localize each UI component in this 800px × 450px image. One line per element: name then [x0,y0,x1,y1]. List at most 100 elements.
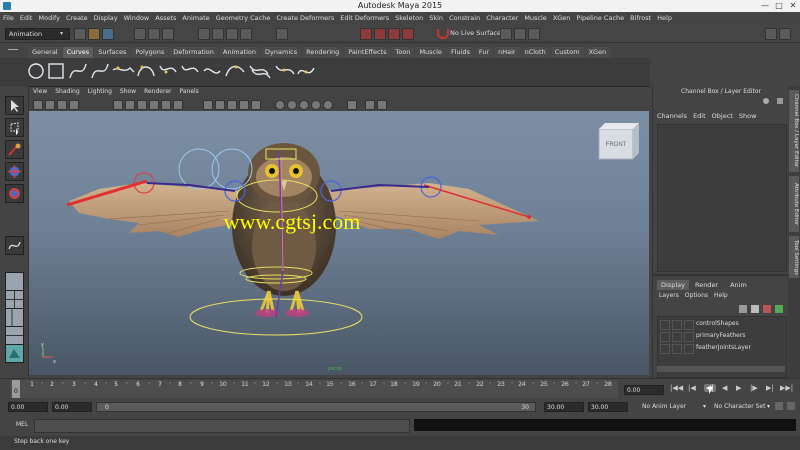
snap-curve-icon[interactable] [212,28,224,40]
tab-ncloth[interactable]: nCloth [520,47,550,58]
template-toggle[interactable] [672,332,682,342]
motion-blur-icon[interactable] [299,100,309,110]
play-backward-icon[interactable]: ◀ [722,384,727,392]
tab-general[interactable]: General [28,47,62,58]
view-cube[interactable] [598,123,639,160]
anti-aliasing-icon[interactable] [311,100,321,110]
menu-xgen[interactable]: XGen [550,12,574,25]
tab-xgen[interactable]: XGen [584,47,611,58]
tab-painteffects[interactable]: PaintEffects [344,47,391,58]
camera-attributes-icon[interactable] [45,100,55,110]
snap-grid-icon[interactable] [198,28,210,40]
select-component-icon[interactable] [162,28,174,40]
tab-deformation[interactable]: Deformation [169,47,218,58]
paint-select-icon[interactable] [5,140,24,159]
xray-icon[interactable] [500,28,512,40]
layer-color-swatch[interactable] [684,320,694,330]
layer-row[interactable]: primaryFeathers [658,331,786,342]
isolate-select-icon[interactable] [347,100,357,110]
menu-create[interactable]: Create [63,12,91,25]
shadows-icon[interactable] [275,100,285,110]
layer-row[interactable]: controlShapes [658,319,786,330]
layer-name[interactable]: primaryFeathers [696,332,745,339]
auto-key-icon[interactable] [775,402,783,410]
symmetry-icon[interactable] [514,28,526,40]
snap-point-icon[interactable] [226,28,238,40]
grid-toggle-icon[interactable] [113,100,123,110]
tab-polygons[interactable]: Polygons [131,47,169,58]
curve-tool-icon[interactable] [5,236,24,255]
options-menu[interactable]: Options [685,292,708,299]
tab-dynamics[interactable]: Dynamics [261,47,302,58]
go-to-start-icon[interactable]: |◀◀ [670,384,683,392]
end-time-field[interactable]: 30.00 [588,402,628,412]
ipr-render-icon[interactable] [374,28,386,40]
channel-box-list[interactable] [657,124,787,272]
start-time-field[interactable]: 0.00 [8,402,48,412]
select-object-icon[interactable] [148,28,160,40]
layout-graph-icon[interactable] [5,326,24,345]
tab-nhair[interactable]: nHair [494,47,520,58]
layer-color-swatch[interactable] [684,332,694,342]
layer-scrollbar[interactable] [657,366,785,372]
menu-assets[interactable]: Assets [152,12,179,25]
field-chart-icon[interactable] [161,100,171,110]
move-layer-up-icon[interactable] [763,305,771,313]
channels-menu[interactable]: Channels [657,112,687,120]
magnet-icon[interactable] [437,29,449,39]
tab-toon[interactable]: Toon [391,47,415,58]
layer-name[interactable]: featherJointsLayer [696,344,751,351]
panel-menu-renderer[interactable]: Renderer [140,87,175,97]
step-forward-frame-icon[interactable]: ▶| [766,384,774,392]
menu-create-deformers[interactable]: Create Deformers [273,12,337,25]
range-bar[interactable]: 0 30 [96,402,536,412]
menu-character[interactable]: Character [483,12,521,25]
new-layer-selected-icon[interactable] [751,305,759,313]
lasso-tool-icon[interactable] [5,118,24,137]
tab-display[interactable]: Display [657,280,689,290]
preferences-icon[interactable] [787,402,795,410]
tab-fluids[interactable]: Fluids [446,47,474,58]
bookmark-icon[interactable] [57,100,67,110]
help-icon[interactable] [763,98,769,104]
gate-mask-icon[interactable] [149,100,159,110]
menu-modify[interactable]: Modify [35,12,63,25]
save-scene-icon[interactable] [102,28,114,40]
tab-custom[interactable]: Custom [550,47,584,58]
menu-edit[interactable]: Edit [17,12,36,25]
tab-anim[interactable]: Anim [724,280,753,290]
render-icon[interactable] [360,28,372,40]
menu-window[interactable]: Window [121,12,153,25]
tab-rendering[interactable]: Rendering [302,47,344,58]
select-tool-icon[interactable] [5,96,24,115]
tab-surfaces[interactable]: Surfaces [94,47,131,58]
show-menu[interactable]: Show [739,112,757,120]
textured-icon[interactable] [239,100,249,110]
step-back-frame-icon[interactable]: |◀ [688,384,696,392]
panel-menu-lighting[interactable]: Lighting [84,87,116,97]
visibility-toggle[interactable] [660,344,670,354]
step-forward-key-icon[interactable]: |▶ [750,384,758,392]
menu-file[interactable]: File [0,12,17,25]
template-toggle[interactable] [672,344,682,354]
snap-plane-icon[interactable] [240,28,252,40]
viewport-persp[interactable]: FRONT www.cgtsj.com persp y x [29,111,649,375]
minimize-icon[interactable]: — [758,0,772,12]
xray-joints-icon[interactable] [377,100,387,110]
attribute-editor-toggle-icon[interactable] [765,28,777,40]
panel-menu-panels[interactable]: Panels [175,87,202,97]
close-panel-icon[interactable] [777,98,783,104]
move-layer-down-icon[interactable] [775,305,783,313]
hypershade-icon[interactable] [402,28,414,40]
side-tab-tool-settings[interactable]: Tool Settings [789,236,799,278]
play-forward-icon[interactable]: ▶ [736,384,741,392]
wireframe-on-shaded-icon[interactable] [227,100,237,110]
mel-label[interactable]: MEL [16,421,28,428]
menu-pipeline-cache[interactable]: Pipeline Cache [573,12,627,25]
menu-muscle[interactable]: Muscle [521,12,550,25]
panel-menu-shading[interactable]: Shading [51,87,83,97]
select-hierarchy-icon[interactable] [134,28,146,40]
menu-skin[interactable]: Skin [426,12,446,25]
depth-of-field-icon[interactable] [323,100,333,110]
template-toggle[interactable] [672,320,682,330]
